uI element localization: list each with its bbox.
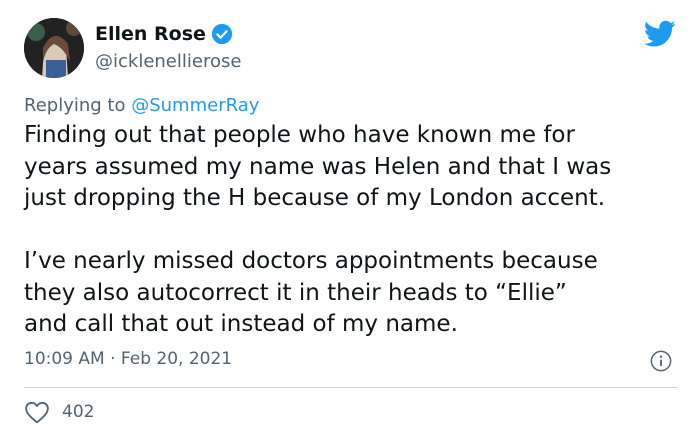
twitter-bird-icon[interactable]	[644, 20, 676, 48]
verified-badge-icon	[211, 23, 233, 45]
divider	[24, 387, 678, 388]
like-count: 402	[62, 402, 95, 422]
info-icon[interactable]	[650, 350, 672, 372]
tweet-text-line: and call that out instead of my name.	[24, 311, 458, 337]
tweet-text: Finding out that people who have known m…	[24, 120, 694, 341]
tweet-text-line: just dropping the H because of my London…	[24, 185, 606, 211]
tweet-text-line: I’ve nearly missed doctors appointments …	[24, 248, 598, 274]
tweet-text-line: years assumed my name was Helen and that…	[24, 153, 612, 180]
replying-to: Replying to @SummerRay	[24, 95, 259, 116]
replying-to-handle-link[interactable]: @SummerRay	[131, 95, 259, 116]
display-name[interactable]: Ellen Rose	[95, 23, 206, 45]
tweet-timestamp[interactable]: 10:09 AM · Feb 20, 2021	[24, 349, 232, 369]
author-name-row: Ellen Rose	[95, 23, 233, 45]
tweet-text-line: Finding out that people who have known m…	[24, 122, 575, 148]
like-button[interactable]: 402	[24, 400, 94, 424]
meta-separator: ·	[110, 349, 116, 369]
tweet-text-line: they also autocorrect it in their heads …	[24, 279, 567, 306]
tweet-date: Feb 20, 2021	[120, 349, 233, 369]
avatar[interactable]	[24, 18, 84, 78]
avatar-photo	[24, 18, 84, 78]
replying-to-label: Replying to	[24, 95, 126, 116]
author-handle[interactable]: @icklenellierose	[95, 51, 241, 72]
tweet-time: 10:09 AM	[24, 349, 105, 369]
heart-icon	[25, 401, 49, 424]
